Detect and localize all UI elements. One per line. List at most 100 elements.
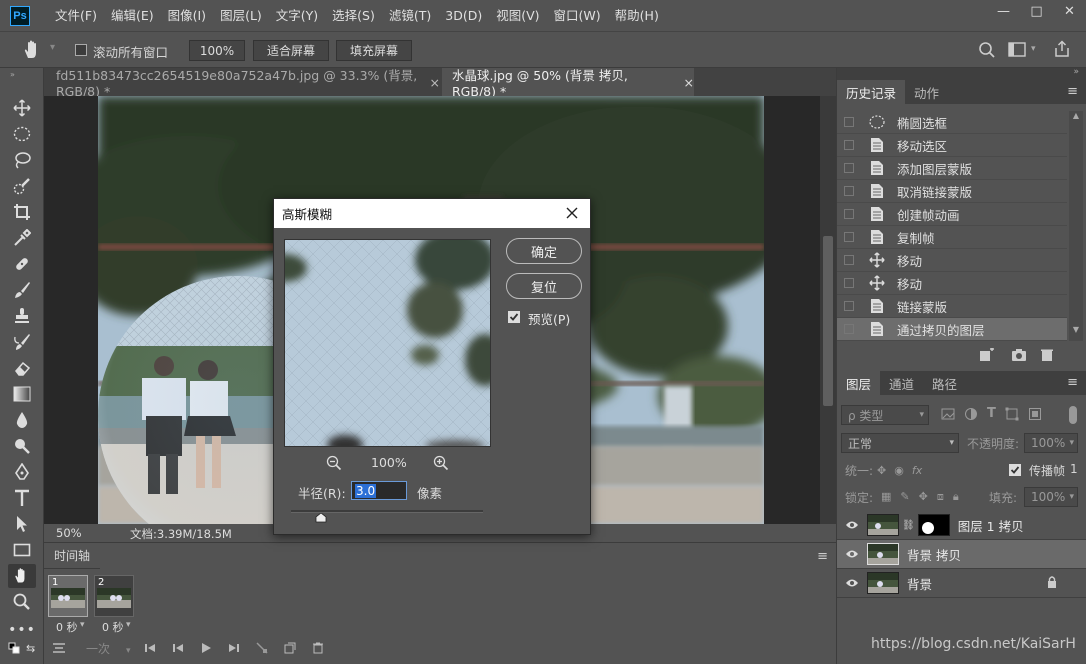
new-document-from-state-icon[interactable] — [979, 348, 995, 362]
lasso-tool-icon[interactable] — [8, 148, 36, 172]
scroll-down-icon[interactable]: ▼ — [1071, 325, 1081, 337]
menu-item[interactable]: 图像(I) — [161, 0, 213, 31]
type-filter-icon[interactable]: T — [987, 407, 996, 421]
share-icon[interactable] — [1053, 40, 1071, 58]
play-icon[interactable] — [192, 643, 220, 653]
history-snapshot-checkbox[interactable] — [844, 278, 854, 288]
type-tool-icon[interactable] — [8, 486, 36, 510]
history-menu-icon[interactable]: ≡ — [1067, 84, 1078, 99]
history-item[interactable]: 移动选区 — [837, 134, 1067, 157]
new-snapshot-icon[interactable] — [1011, 348, 1027, 362]
history-item[interactable]: 取消链接蒙版 — [837, 180, 1067, 203]
lock-artboard-icon[interactable]: ⧈ — [937, 490, 944, 504]
history-snapshot-checkbox[interactable] — [844, 255, 854, 265]
history-brush-tool-icon[interactable] — [8, 330, 36, 354]
loop-select[interactable]: 一次 ▾ — [74, 640, 136, 657]
close-button[interactable]: ✕ — [1053, 0, 1086, 22]
layer-filter-select[interactable]: ρ 类型 ▾ — [841, 405, 929, 425]
pen-tool-icon[interactable] — [8, 460, 36, 484]
tab-channels[interactable]: 通道 — [880, 371, 923, 395]
zoom-100-button[interactable]: 100% — [189, 40, 245, 61]
history-snapshot-checkbox[interactable] — [844, 209, 854, 219]
blur-preview[interactable] — [284, 239, 491, 447]
quick-selection-tool-icon[interactable] — [8, 174, 36, 198]
tab-doc-2-close-icon[interactable]: × — [684, 75, 694, 90]
tab-paths[interactable]: 路径 — [923, 371, 966, 395]
blend-mode-select[interactable]: 正常 ▾ — [841, 433, 959, 453]
tab-doc-1[interactable]: fd511b83473cc2654519e80a752a47b.jpg @ 33… — [44, 68, 440, 99]
tab-doc-2[interactable]: 水晶球.jpg @ 50% (背景 拷贝, RGB/8) * × — [442, 68, 694, 99]
history-scrollbar[interactable]: ▲ ▼ — [1069, 111, 1083, 341]
healing-brush-tool-icon[interactable] — [8, 252, 36, 276]
visibility-eye-icon[interactable] — [837, 578, 867, 588]
visibility-eye-icon[interactable] — [837, 549, 867, 559]
adjustment-filter-icon[interactable] — [964, 407, 978, 421]
path-selection-tool-icon[interactable] — [8, 512, 36, 536]
workspace-arrow[interactable]: ▾ — [1031, 44, 1036, 54]
dialog-close-icon[interactable] — [562, 203, 582, 223]
crop-tool-icon[interactable] — [8, 200, 36, 224]
elliptical-marquee-tool-icon[interactable] — [8, 122, 36, 146]
delete-state-icon[interactable] — [1040, 348, 1054, 362]
next-frame-icon[interactable] — [220, 643, 248, 653]
tween-icon[interactable] — [248, 642, 276, 654]
lock-position-icon[interactable]: ✥ — [919, 490, 928, 504]
menu-item[interactable]: 文字(Y) — [269, 0, 325, 31]
history-item[interactable]: 复制帧 — [837, 226, 1067, 249]
zoom-out-icon[interactable] — [326, 455, 342, 471]
previous-frame-icon[interactable] — [164, 643, 192, 653]
zoom-in-icon[interactable] — [433, 455, 449, 471]
tool-preset-arrow[interactable]: ▾ — [50, 42, 55, 53]
timeline-frame-1[interactable]: 1 — [48, 575, 88, 617]
menu-item[interactable]: 文件(F) — [48, 0, 104, 31]
tab-layers[interactable]: 图层 — [837, 371, 881, 395]
move-tool-icon[interactable] — [8, 96, 36, 120]
preview-checkbox[interactable] — [508, 311, 520, 323]
history-item[interactable]: 创建帧动画 — [837, 203, 1067, 226]
rectangle-tool-icon[interactable] — [8, 538, 36, 562]
radius-input[interactable]: 3.0 — [351, 481, 407, 500]
layer-mask-thumbnail[interactable] — [917, 514, 950, 536]
fill-field[interactable]: 100% ▾ — [1024, 487, 1078, 507]
visibility-eye-icon[interactable] — [837, 520, 867, 530]
timeline-menu-icon[interactable]: ≡ — [817, 549, 828, 564]
history-snapshot-checkbox[interactable] — [844, 301, 854, 311]
history-snapshot-checkbox[interactable] — [844, 186, 854, 196]
frame-1-time[interactable]: 0 秒 — [56, 619, 78, 635]
menu-item[interactable]: 图层(L) — [213, 0, 269, 31]
lock-all-icon[interactable]: 🔒︎ — [953, 490, 959, 504]
menu-item[interactable]: 3D(D) — [438, 0, 489, 31]
scrollbar-thumb[interactable] — [823, 236, 833, 406]
mask-link-icon[interactable]: ⛓ — [902, 520, 915, 531]
lock-image-icon[interactable]: ✎ — [900, 490, 909, 504]
radius-slider-handle[interactable] — [315, 513, 327, 523]
tab-history[interactable]: 历史记录 — [837, 80, 906, 104]
scroll-up-icon[interactable]: ▲ — [1071, 111, 1081, 123]
more-tools-icon[interactable]: ••• — [8, 618, 36, 642]
clone-stamp-tool-icon[interactable] — [8, 304, 36, 328]
hand-tool-icon[interactable] — [22, 40, 44, 60]
history-snapshot-checkbox[interactable] — [844, 232, 854, 242]
dodge-tool-icon[interactable] — [8, 434, 36, 458]
unify-style-icon[interactable]: fx — [912, 464, 922, 477]
frame-2-time-arrow[interactable]: ▾ — [126, 620, 131, 630]
filter-toggle[interactable] — [1069, 406, 1077, 424]
lock-transparent-icon[interactable]: ▦ — [881, 490, 891, 504]
tab-timeline[interactable]: 时间轴 — [44, 543, 101, 569]
timeline-frame-2[interactable]: 2 — [94, 575, 134, 617]
maximize-button[interactable]: □ — [1020, 0, 1053, 22]
unify-position-icon[interactable]: ✥ — [877, 464, 886, 477]
reset-button[interactable]: 复位 — [506, 273, 582, 299]
menu-item[interactable]: 编辑(E) — [104, 0, 161, 31]
history-item[interactable]: 链接蒙版 — [837, 295, 1067, 318]
right-panel-collapse-icon[interactable]: » — [1073, 67, 1079, 77]
menu-item[interactable]: 选择(S) — [325, 0, 382, 31]
blur-tool-icon[interactable] — [8, 408, 36, 432]
first-frame-icon[interactable] — [136, 643, 164, 653]
toolbar-collapse-icon[interactable]: » — [10, 70, 15, 79]
status-zoom[interactable]: 50% — [56, 526, 82, 540]
menu-item[interactable]: 窗口(W) — [547, 0, 608, 31]
menu-item[interactable]: 滤镜(T) — [382, 0, 438, 31]
history-item[interactable]: 移动 — [837, 272, 1067, 295]
tab-actions[interactable]: 动作 — [905, 80, 948, 104]
